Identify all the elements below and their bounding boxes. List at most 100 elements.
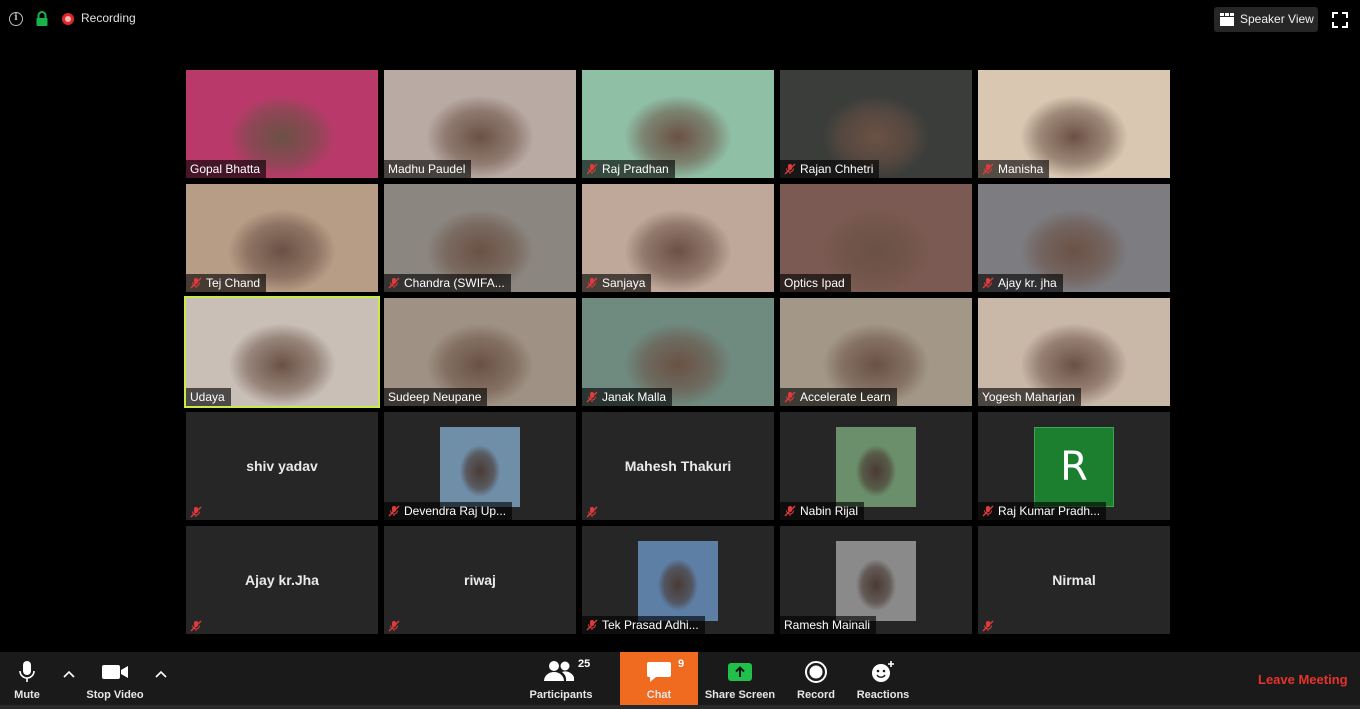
participant-name: Ajay kr. jha — [998, 276, 1057, 290]
participant-name: Tek Prasad Adhi... — [602, 618, 699, 632]
taskbar-strip — [0, 705, 1360, 709]
participant-tile[interactable]: Mahesh Thakuri — [582, 412, 774, 520]
muted-microphone-icon — [982, 619, 994, 632]
participant-name: Optics Ipad — [784, 276, 845, 290]
participant-nameplate: Tej Chand — [186, 274, 267, 292]
participant-tile[interactable]: Udaya — [184, 296, 380, 408]
participant-name: Tej Chand — [206, 276, 261, 290]
lock-icon[interactable] — [35, 11, 49, 27]
participant-nameplate: Madhu Paudel — [384, 160, 472, 178]
participant-nameplate: Udaya — [186, 388, 231, 406]
participant-nameplate: Manisha — [978, 160, 1050, 178]
participants-button[interactable]: 25 Participants — [527, 652, 595, 709]
profile-picture — [836, 427, 916, 507]
participant-tile[interactable]: Ajay kr. jha — [978, 184, 1170, 292]
participant-nameplate: Yogesh Maharjan — [978, 388, 1081, 406]
participant-tile[interactable]: Raj Pradhan — [582, 70, 774, 178]
speaker-view-icon — [1220, 13, 1234, 26]
participant-nameplate: Raj Pradhan — [582, 160, 675, 178]
participant-tile[interactable]: R Raj Kumar Pradh... — [978, 412, 1170, 520]
muted-microphone-icon — [586, 163, 598, 175]
participant-name: Udaya — [190, 390, 225, 404]
audio-options-chevron-icon[interactable] — [63, 670, 75, 678]
share-screen-label: Share Screen — [704, 689, 776, 701]
participant-tile[interactable]: Manisha — [978, 70, 1170, 178]
top-bar: i Recording Speaker View — [0, 0, 1360, 40]
muted-microphone-icon — [586, 391, 598, 403]
stop-video-button[interactable]: Stop Video — [82, 652, 148, 709]
participants-label: Participants — [529, 689, 593, 701]
muted-microphone-icon — [982, 163, 994, 175]
participant-tile[interactable]: Ajay kr.Jha — [186, 526, 378, 634]
muted-microphone-icon — [190, 505, 202, 518]
muted-microphone-icon — [388, 619, 400, 632]
participant-tile[interactable]: Janak Malla — [582, 298, 774, 406]
participant-nameplate: Gopal Bhatta — [186, 160, 267, 178]
reactions-label: Reactions — [856, 689, 910, 701]
participant-tile[interactable]: Tej Chand — [186, 184, 378, 292]
participant-name: riwaj — [464, 572, 496, 588]
participant-tile[interactable]: Sanjaya — [582, 184, 774, 292]
participant-tile[interactable]: shiv yadav — [186, 412, 378, 520]
participants-count: 25 — [578, 658, 591, 670]
participants-icon — [544, 661, 574, 681]
participant-name: Chandra (SWIFA... — [404, 276, 505, 290]
participant-nameplate: Accelerate Learn — [780, 388, 897, 406]
record-label: Record — [797, 689, 835, 701]
participant-tile[interactable]: Nabin Rijal — [780, 412, 972, 520]
speaker-view-button[interactable]: Speaker View — [1214, 7, 1318, 32]
participant-name: Manisha — [998, 162, 1044, 176]
speaker-view-label: Speaker View — [1240, 12, 1314, 26]
participant-tile[interactable]: Devendra Raj Up... — [384, 412, 576, 520]
fullscreen-icon[interactable] — [1332, 12, 1348, 28]
participant-nameplate: Sudeep Neupane — [384, 388, 488, 406]
participant-nameplate: Sanjaya — [582, 274, 652, 292]
muted-microphone-icon — [586, 619, 598, 631]
recording-icon — [62, 13, 74, 25]
participant-tile[interactable]: Ramesh Mainali — [780, 526, 972, 634]
chat-button[interactable]: 9 Chat — [620, 652, 698, 709]
participant-tile[interactable]: Accelerate Learn — [780, 298, 972, 406]
participant-name: Devendra Raj Up... — [404, 504, 507, 518]
participant-nameplate: Nabin Rijal — [780, 502, 865, 520]
video-camera-icon — [102, 665, 128, 679]
participant-name: Janak Malla — [602, 390, 667, 404]
participant-name: Accelerate Learn — [800, 390, 891, 404]
participant-tile[interactable]: Yogesh Maharjan — [978, 298, 1170, 406]
participant-tile[interactable]: Sudeep Neupane — [384, 298, 576, 406]
microphone-icon — [19, 661, 35, 682]
reactions-button[interactable]: Reactions — [855, 652, 911, 709]
participant-tile[interactable]: riwaj — [384, 526, 576, 634]
muted-microphone-icon — [982, 505, 994, 517]
participant-nameplate: Ajay kr. jha — [978, 274, 1063, 292]
record-button[interactable]: Record — [793, 652, 839, 709]
participant-tile[interactable]: Tek Prasad Adhi... — [582, 526, 774, 634]
participant-tile[interactable]: Gopal Bhatta — [186, 70, 378, 178]
participant-nameplate: Janak Malla — [582, 388, 673, 406]
participant-tile[interactable]: Optics Ipad — [780, 184, 972, 292]
participant-name: Ramesh Mainali — [784, 618, 871, 632]
participant-nameplate: Tek Prasad Adhi... — [582, 616, 705, 634]
share-screen-icon — [728, 663, 752, 681]
leave-meeting-button[interactable]: Leave Meeting — [1258, 672, 1348, 687]
participant-tile[interactable]: Nirmal — [978, 526, 1170, 634]
muted-microphone-icon — [784, 391, 796, 403]
share-screen-button[interactable]: Share Screen — [704, 652, 776, 709]
participant-tile[interactable]: Chandra (SWIFA... — [384, 184, 576, 292]
participant-name: Ajay kr.Jha — [245, 572, 319, 588]
participant-tile[interactable]: Rajan Chhetri — [780, 70, 972, 178]
info-icon[interactable]: i — [9, 12, 23, 26]
video-options-chevron-icon[interactable] — [155, 670, 167, 678]
participant-nameplate: Chandra (SWIFA... — [384, 274, 511, 292]
participant-name: Mahesh Thakuri — [624, 458, 732, 474]
participant-name: Raj Pradhan — [602, 162, 669, 176]
participant-name: Gopal Bhatta — [190, 162, 261, 176]
mute-button[interactable]: Mute — [6, 652, 48, 709]
participant-tile[interactable]: Madhu Paudel — [384, 70, 576, 178]
participant-nameplate: Rajan Chhetri — [780, 160, 880, 178]
muted-microphone-icon — [190, 277, 202, 289]
muted-microphone-icon — [586, 277, 598, 289]
record-icon — [805, 661, 827, 683]
participant-name: Madhu Paudel — [388, 162, 466, 176]
muted-microphone-icon — [388, 505, 400, 517]
